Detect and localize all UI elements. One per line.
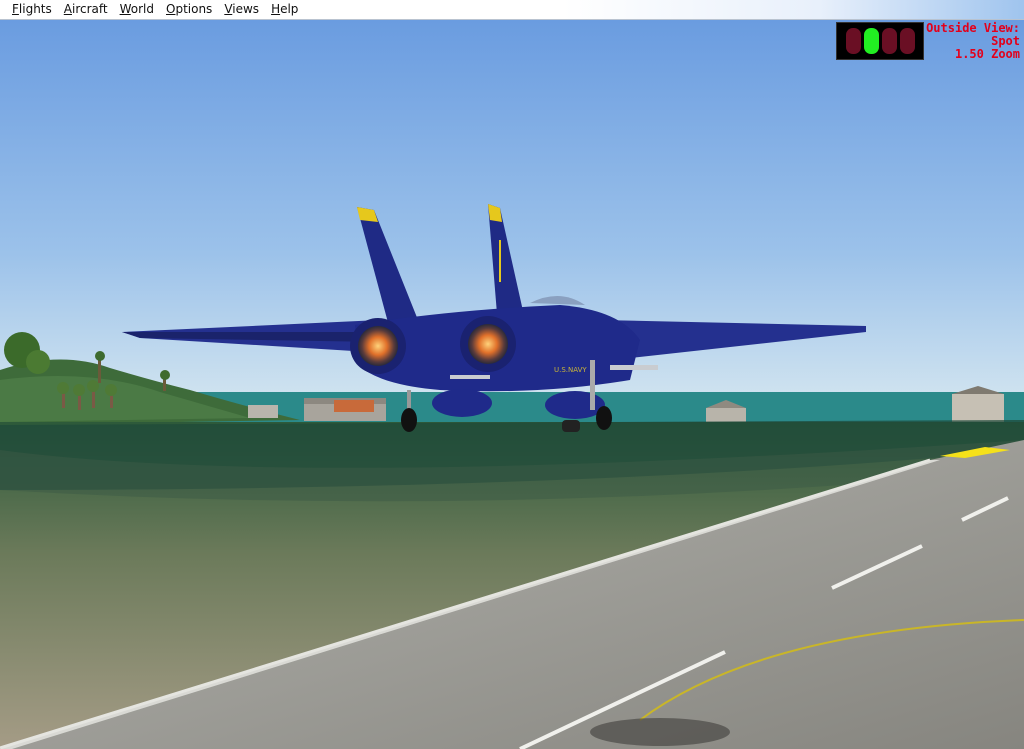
indicator-light [881, 28, 897, 54]
svg-text:U.S.NAVY: U.S.NAVY [554, 366, 587, 374]
hud-overlay: Outside View: Spot 1.50 Zoom [836, 22, 1020, 61]
menu-options[interactable]: Options [160, 0, 218, 19]
view-status: Outside View: Spot 1.50 Zoom [926, 22, 1020, 61]
menu-flights[interactable]: Flights [6, 0, 58, 19]
zoom-level: 1.50 Zoom [954, 47, 1020, 61]
menu-bar: Flights Aircraft World Options Views Hel… [0, 0, 1024, 20]
menu-views[interactable]: Views [218, 0, 265, 19]
menu-world[interactable]: World [114, 0, 160, 19]
menu-aircraft[interactable]: Aircraft [58, 0, 114, 19]
indicator-light [899, 28, 915, 54]
throttle-indicator-lights [836, 22, 925, 60]
indicator-light [845, 28, 861, 54]
indicator-light-active [863, 28, 879, 54]
menu-help[interactable]: Help [265, 0, 304, 19]
flight-scene: U.S.NAVY [0, 20, 1024, 749]
